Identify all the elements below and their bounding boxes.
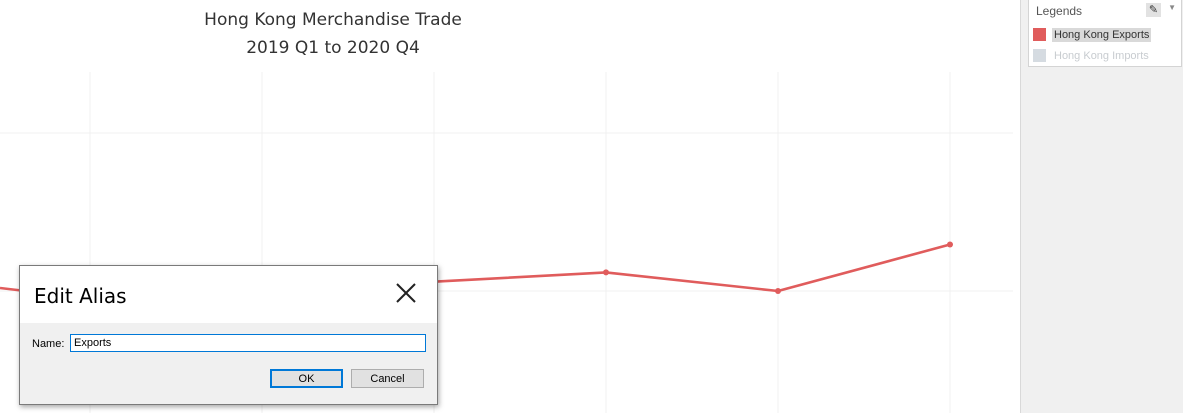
legend-label-exports: Hong Kong Exports: [1052, 27, 1152, 42]
legend-box: Legends ✎ ▼ Hong Kong Exports Hong Kong …: [1028, 0, 1182, 67]
legend-item-exports[interactable]: Hong Kong Exports: [1033, 26, 1152, 43]
legend-item-imports[interactable]: Hong Kong Imports: [1033, 47, 1151, 64]
data-point-exports-4: [947, 241, 953, 248]
cancel-button[interactable]: Cancel: [351, 369, 424, 388]
legend-swatch-imports: [1033, 49, 1046, 62]
legend-swatch-exports: [1033, 28, 1046, 41]
data-point-exports-3: [775, 288, 781, 294]
ok-button[interactable]: OK: [270, 369, 343, 388]
dialog-titlebar[interactable]: Edit Alias: [20, 266, 437, 323]
close-icon[interactable]: [393, 280, 419, 306]
data-point-exports-2: [603, 269, 609, 276]
dialog-title: Edit Alias: [34, 284, 127, 308]
legend-panel: Legends ✎ ▼ Hong Kong Exports Hong Kong …: [1020, 0, 1183, 413]
chart-title: Hong Kong Merchandise Trade: [204, 10, 462, 30]
chevron-down-icon[interactable]: ▼: [1168, 3, 1176, 12]
legend-label-imports: Hong Kong Imports: [1054, 49, 1149, 62]
name-input[interactable]: [70, 334, 426, 352]
pen-icon[interactable]: ✎: [1146, 3, 1161, 17]
legend-title: Legends: [1036, 4, 1083, 18]
edit-alias-dialog: Edit Alias Name: OK Cancel: [19, 265, 438, 405]
chart-subtitle: 2019 Q1 to 2020 Q4: [246, 38, 420, 58]
name-label: Name:: [32, 338, 65, 350]
